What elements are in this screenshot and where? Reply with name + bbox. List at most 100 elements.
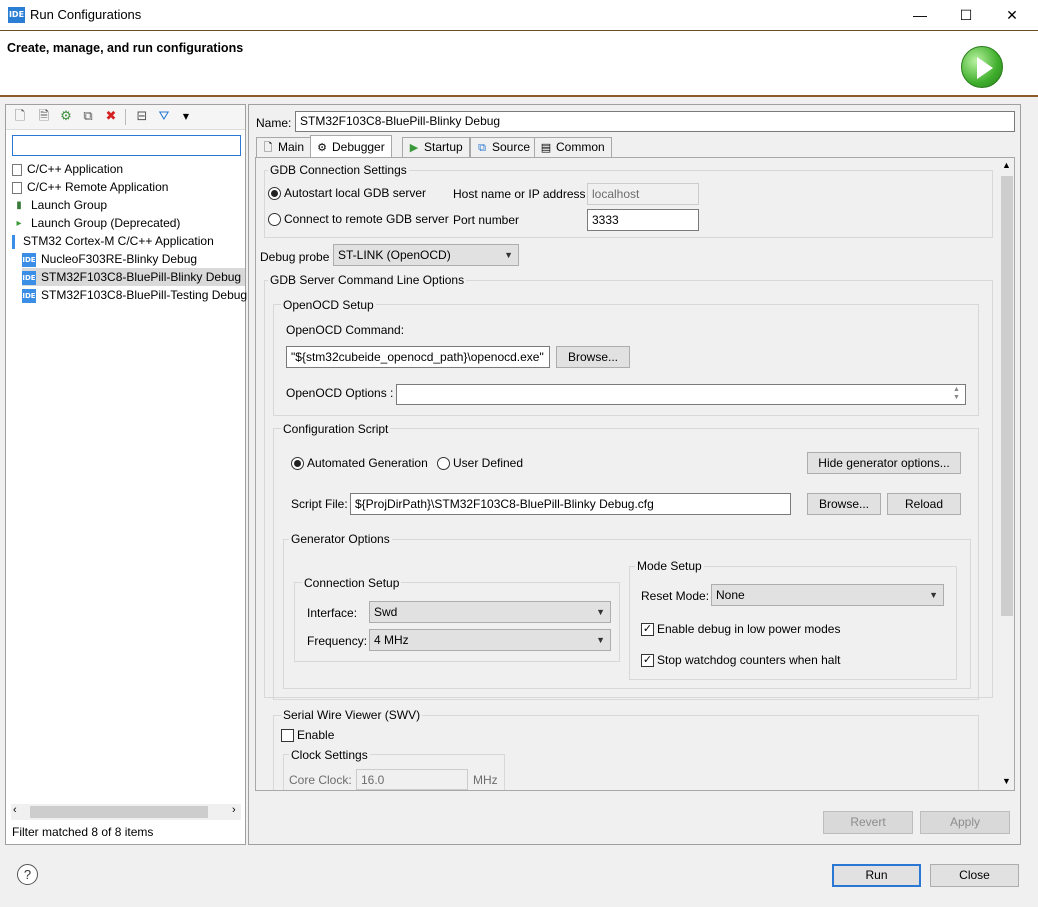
dropdown-arrow-icon[interactable]: ▼ xyxy=(178,109,194,125)
swv-label: Serial Wire Viewer (SWV) xyxy=(281,708,423,722)
launch-group-deprecated-icon: ▸ xyxy=(16,217,22,229)
name-field[interactable]: STM32F103C8-BluePill-Blinky Debug xyxy=(295,111,1015,132)
openocd-options-label: OpenOCD Options : xyxy=(286,386,394,400)
horizontal-scrollbar[interactable]: ‹ › xyxy=(11,804,241,820)
filter-input[interactable] xyxy=(12,135,241,156)
openocd-options-field[interactable] xyxy=(396,384,966,405)
tree-item-bluepill-testing[interactable]: IDE STM32F103C8-BluePill-Testing Debug xyxy=(22,286,247,304)
user-defined-radio[interactable]: User Defined xyxy=(437,456,524,471)
radio-label: Connect to remote GDB server xyxy=(284,212,449,226)
interface-label: Interface: xyxy=(307,606,358,620)
tree-item-c-app[interactable]: C/C++ Application xyxy=(12,160,123,178)
tree-item-nucleo-blinky[interactable]: IDE NucleoF303RE-Blinky Debug xyxy=(22,250,197,268)
select-value: None xyxy=(716,588,745,602)
reload-button[interactable]: Reload xyxy=(887,493,961,515)
core-clock-field[interactable]: 16.0 xyxy=(356,769,468,790)
tab-startup[interactable]: ▶ Startup xyxy=(402,137,470,157)
run-button[interactable]: Run xyxy=(832,864,921,887)
duplicate-icon[interactable]: ⧉ xyxy=(80,109,96,125)
ide-icon: IDE xyxy=(22,288,36,303)
port-field[interactable]: 3333 xyxy=(587,209,699,231)
openocd-browse-button[interactable]: Browse... xyxy=(556,346,630,368)
minimize-button[interactable]: — xyxy=(897,0,943,31)
scroll-left-icon[interactable]: ‹ xyxy=(13,804,17,816)
new-configuration-icon[interactable]: 🗋 xyxy=(12,109,28,125)
swv-enable-checkbox[interactable]: Enable xyxy=(281,728,335,743)
title-bar: IDE Run Configurations — ☐ ✕ xyxy=(0,0,1038,31)
help-icon[interactable]: ? xyxy=(17,864,38,885)
tab-label: Source xyxy=(492,140,531,154)
ide-icon: IDE xyxy=(22,252,36,267)
select-value: Swd xyxy=(374,605,398,619)
stm32-ide-icon xyxy=(12,234,18,249)
window-title: Run Configurations xyxy=(30,7,142,22)
chevron-down-icon: ▼ xyxy=(504,250,513,260)
source-tab-icon: ⧉ xyxy=(478,141,486,154)
core-clock-unit: MHz xyxy=(473,773,498,787)
tree-item-label: Launch Group (Deprecated) xyxy=(31,216,181,230)
tree-item-bluepill-blinky[interactable]: IDE STM32F103C8-BluePill-Blinky Debug xyxy=(22,268,246,286)
automated-generation-radio[interactable]: Automated Generation xyxy=(291,456,428,471)
startup-tab-icon: ▶ xyxy=(409,141,419,154)
openocd-setup-label: OpenOCD Setup xyxy=(281,298,376,312)
spinner-icon[interactable]: ▲ ▼ xyxy=(953,386,960,402)
tree-item-launch-group[interactable]: ▮ Launch Group xyxy=(12,196,107,214)
debugger-tab-content: GDB Connection Settings Autostart local … xyxy=(255,157,1015,791)
radio-label: User Defined xyxy=(453,456,524,470)
radio-icon xyxy=(437,457,450,471)
tab-main[interactable]: 🗋 Main xyxy=(256,137,312,157)
close-button[interactable]: Close xyxy=(930,864,1019,887)
tree-item-stm32-app[interactable]: STM32 Cortex-M C/C++ Application xyxy=(12,232,214,250)
tree-item-c-remote-app[interactable]: C/C++ Remote Application xyxy=(12,178,168,196)
autostart-radio[interactable]: Autostart local GDB server xyxy=(268,186,426,201)
openocd-command-field[interactable]: "${stm32cubeide_openocd_path}\openocd.ex… xyxy=(286,346,550,368)
export-icon[interactable]: ⚙ xyxy=(58,109,74,125)
tab-source[interactable]: ⧉ Source xyxy=(470,137,538,157)
core-clock-label: Core Clock: xyxy=(289,773,352,787)
remote-radio[interactable]: Connect to remote GDB server xyxy=(268,212,449,227)
low-power-checkbox[interactable]: ✓ Enable debug in low power modes xyxy=(641,622,840,637)
scrollbar-thumb[interactable] xyxy=(1001,176,1013,616)
radio-icon xyxy=(268,187,281,201)
tab-debugger[interactable]: ⚙ Debugger xyxy=(310,135,392,158)
debug-probe-select[interactable]: ST-LINK (OpenOCD) ▼ xyxy=(333,244,519,266)
script-file-field[interactable]: ${ProjDirPath}\STM32F103C8-BluePill-Blin… xyxy=(350,493,791,515)
tab-label: Startup xyxy=(424,140,463,154)
script-browse-button[interactable]: Browse... xyxy=(807,493,881,515)
app-ide-icon: IDE xyxy=(8,7,25,23)
configuration-editor-panel: Name: STM32F103C8-BluePill-Blinky Debug … xyxy=(248,104,1021,845)
frequency-select[interactable]: 4 MHz ▼ xyxy=(369,629,611,651)
delete-icon[interactable]: ✖ xyxy=(103,109,119,125)
tab-label: Debugger xyxy=(332,140,385,154)
collapse-all-icon[interactable]: ⊟ xyxy=(134,109,150,125)
scroll-right-icon[interactable]: › xyxy=(232,804,236,816)
configuration-list-panel: 🗋 🗎 ⚙ ⧉ ✖ ⊟ ⛛ ▼ C/C++ Application C/C++ … xyxy=(5,104,247,845)
name-label: Name: xyxy=(256,116,292,130)
revert-button[interactable]: Revert xyxy=(823,811,913,834)
configuration-script-label: Configuration Script xyxy=(281,422,391,436)
debugger-tab-icon: ⚙ xyxy=(317,141,327,154)
tab-label: Main xyxy=(278,140,305,154)
vertical-scrollbar[interactable]: ▲ ▼ xyxy=(999,158,1014,790)
hide-generator-options-button[interactable]: Hide generator options... xyxy=(807,452,961,474)
chevron-down-icon: ▼ xyxy=(929,590,938,600)
openocd-command-label: OpenOCD Command: xyxy=(286,323,405,337)
checkbox-label: Enable xyxy=(297,728,335,742)
scrollbar-thumb[interactable] xyxy=(30,806,208,818)
close-window-button[interactable]: ✕ xyxy=(989,0,1035,31)
reset-mode-select[interactable]: None ▼ xyxy=(711,584,944,606)
tree-item-label: C/C++ Application xyxy=(27,162,124,176)
new-prototype-icon[interactable]: 🗎 xyxy=(36,109,52,125)
tab-common[interactable]: ▤ Common xyxy=(534,137,612,157)
scroll-down-icon[interactable]: ▼ xyxy=(1002,776,1011,786)
filter-icon[interactable]: ⛛ xyxy=(156,109,172,125)
interface-select[interactable]: Swd ▼ xyxy=(369,601,611,623)
tree-item-label: STM32F103C8-BluePill-Testing Debug xyxy=(41,288,248,302)
tree-item-launch-group-deprecated[interactable]: ▸ Launch Group (Deprecated) xyxy=(12,214,180,232)
maximize-button[interactable]: ☐ xyxy=(943,0,989,31)
host-field[interactable]: localhost xyxy=(587,183,699,205)
watchdog-checkbox[interactable]: ✓ Stop watchdog counters when halt xyxy=(641,653,840,668)
generator-options-label: Generator Options xyxy=(289,532,392,546)
scroll-up-icon[interactable]: ▲ xyxy=(1002,160,1011,170)
apply-button[interactable]: Apply xyxy=(920,811,1010,834)
